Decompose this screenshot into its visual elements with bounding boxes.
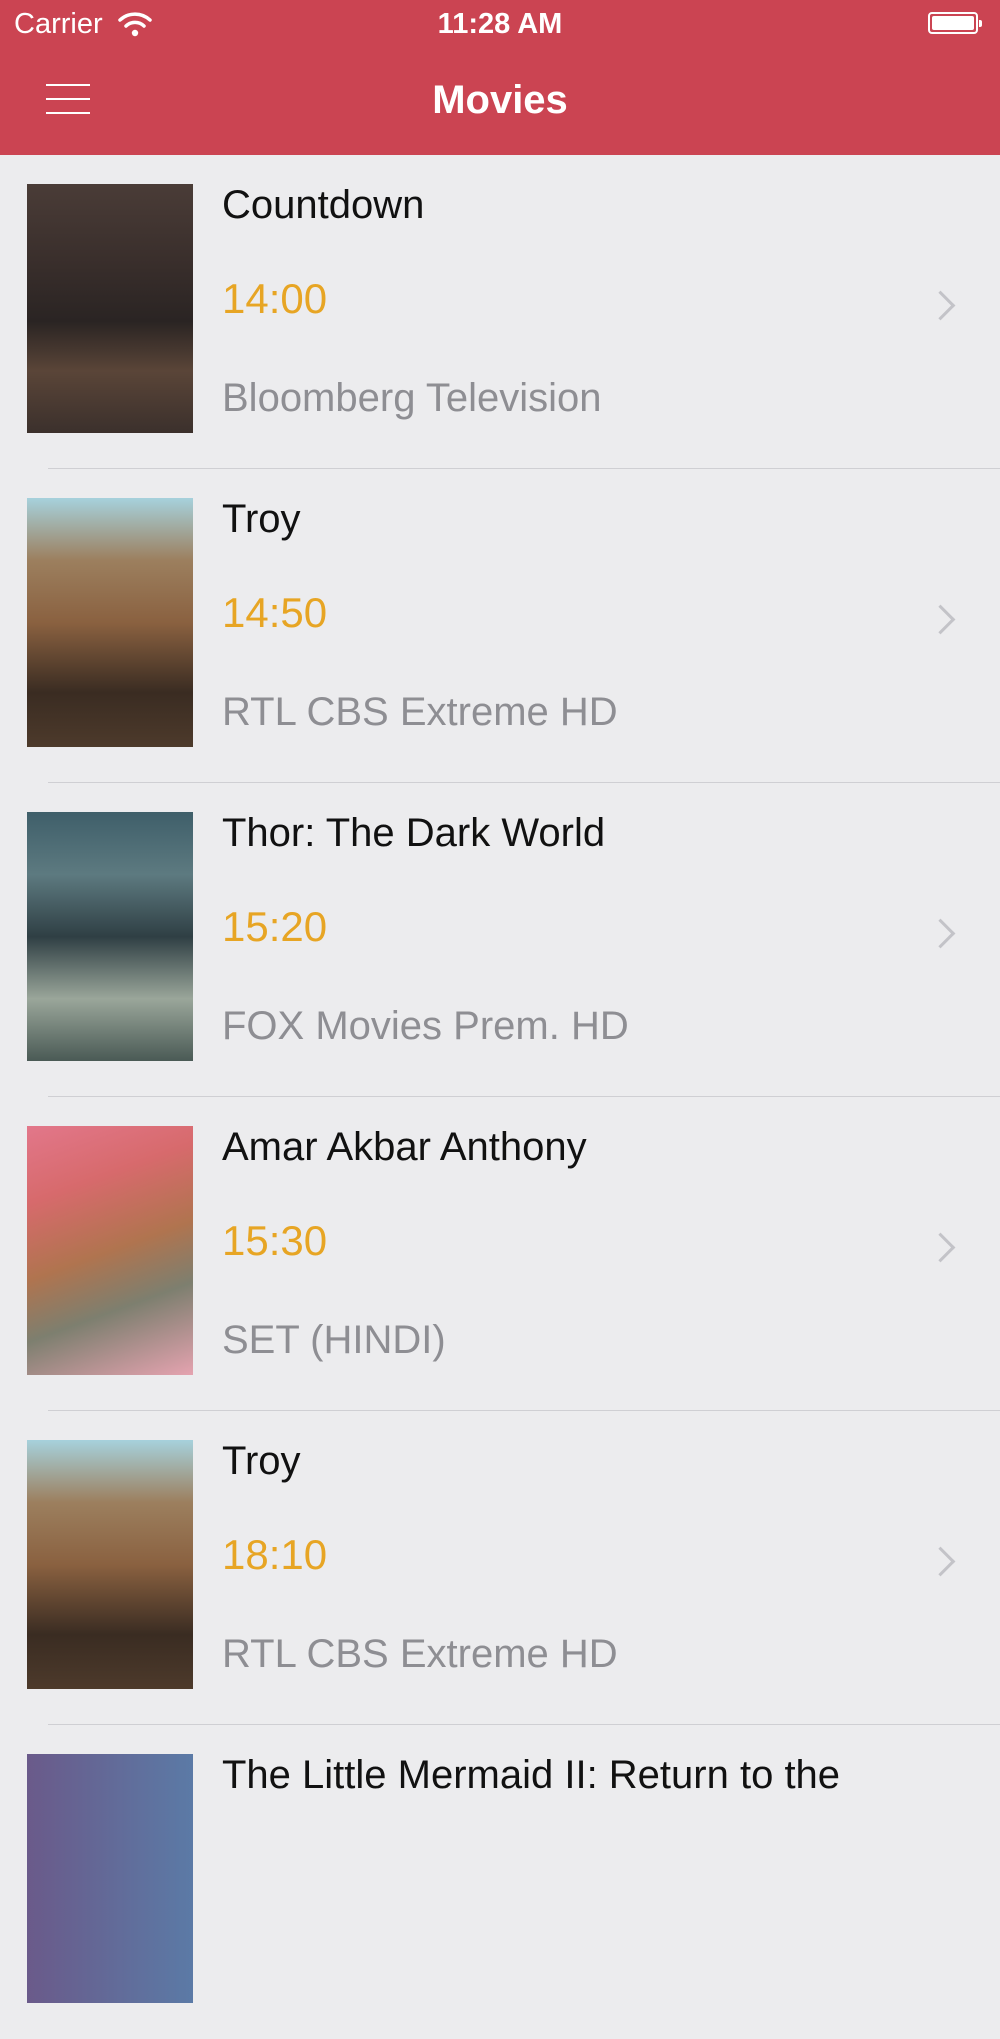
page-title: Movies [432, 78, 568, 122]
navigation-bar: Movies [0, 50, 1000, 155]
movie-time: 15:30 [222, 1217, 328, 1264]
movie-time: 14:00 [222, 275, 328, 322]
movie-title: The Little Mermaid II: Return to the [222, 1753, 841, 1797]
status-time: 11:28 AM [437, 8, 563, 40]
chevron-right-icon [925, 290, 956, 321]
movie-channel: RTL CBS Extreme HD [222, 1632, 618, 1676]
chevron-right-icon [925, 604, 956, 635]
movie-channel: RTL CBS Extreme HD [222, 690, 618, 734]
chevron-right-icon [925, 1232, 956, 1263]
movie-poster [27, 498, 193, 747]
movie-list: Countdown 14:00 Bloomberg Television Tro… [0, 155, 1000, 2039]
chevron-right-icon [925, 918, 956, 949]
movie-poster [27, 1126, 193, 1375]
battery-icon [928, 12, 982, 34]
list-item[interactable]: Thor: The Dark World 15:20 FOX Movies Pr… [0, 783, 1000, 1097]
movie-time: 15:20 [222, 903, 328, 950]
movie-channel: FOX Movies Prem. HD [222, 1004, 629, 1048]
movie-time: 14:50 [222, 589, 328, 636]
movie-poster [27, 1440, 193, 1689]
list-item[interactable]: The Little Mermaid II: Return to the [0, 1725, 1000, 2039]
movie-title: Troy [222, 1439, 301, 1483]
status-bar: Carrier 11:28 AM [0, 0, 1000, 50]
movie-title: Amar Akbar Anthony [222, 1125, 587, 1169]
movie-time: 18:10 [222, 1531, 328, 1578]
movie-channel: SET (HINDI) [222, 1318, 446, 1362]
movie-poster [27, 812, 193, 1061]
movie-poster [27, 184, 193, 433]
list-item[interactable]: Troy 14:50 RTL CBS Extreme HD [0, 469, 1000, 783]
movie-title: Countdown [222, 183, 425, 227]
movie-title: Troy [222, 497, 301, 541]
movie-poster [27, 1754, 193, 2003]
list-item[interactable]: Troy 18:10 RTL CBS Extreme HD [0, 1411, 1000, 1725]
movie-channel: Bloomberg Television [222, 376, 602, 420]
chevron-right-icon [925, 1546, 956, 1577]
list-item[interactable]: Amar Akbar Anthony 15:30 SET (HINDI) [0, 1097, 1000, 1411]
list-item[interactable]: Countdown 14:00 Bloomberg Television [0, 155, 1000, 469]
movie-title: Thor: The Dark World [222, 811, 606, 855]
